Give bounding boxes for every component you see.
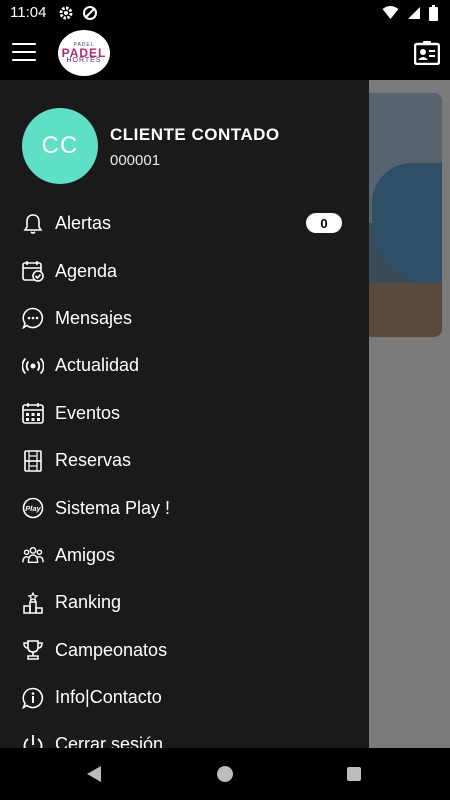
avatar-initials: CC	[41, 132, 79, 159]
recents-square-icon[interactable]	[347, 767, 361, 781]
svg-text:Play: Play	[25, 504, 41, 513]
settings-gear-icon	[58, 5, 74, 26]
menu-item-eventos[interactable]: Eventos	[0, 390, 369, 437]
chat-bubble-icon	[22, 307, 44, 330]
menu-item-ranking[interactable]: Ranking	[0, 579, 369, 626]
hamburger-menu-icon[interactable]	[12, 43, 36, 61]
menu-item-agenda[interactable]: Agenda	[0, 247, 369, 294]
podium-icon	[22, 591, 44, 614]
system-navigation-bar	[0, 748, 450, 800]
status-time: 11:04	[10, 4, 47, 21]
power-icon	[22, 734, 44, 748]
menu-item-label: Eventos	[55, 402, 121, 423]
home-circle-icon[interactable]	[217, 766, 233, 782]
user-id: 000001	[110, 152, 161, 169]
menu-item-info-contacto[interactable]: Info|Contacto	[0, 674, 369, 721]
menu-item-label: Actualidad	[55, 355, 140, 376]
menu-item-alertas[interactable]: Alertas 0	[0, 200, 369, 247]
menu-item-mensajes[interactable]: Mensajes	[0, 295, 369, 342]
calendar-check-icon	[22, 260, 44, 282]
wifi-icon	[382, 6, 399, 25]
menu-item-label: Amigos	[55, 544, 116, 565]
calendar-grid-icon	[22, 402, 44, 425]
menu-item-amigos[interactable]: Amigos	[0, 532, 369, 579]
broadcast-icon	[22, 355, 44, 377]
back-triangle-icon[interactable]	[86, 765, 102, 788]
alert-count-badge: 0	[306, 213, 342, 233]
drawer-menu: Alertas 0 Agenda Mensajes Actualidad Eve…	[0, 200, 369, 748]
menu-item-label: Alertas	[55, 213, 112, 234]
menu-item-campeonatos[interactable]: Campeonatos	[0, 627, 369, 674]
contact-card-icon[interactable]	[413, 41, 441, 66]
menu-item-label: Reservas	[55, 450, 132, 471]
menu-item-label: Mensajes	[55, 307, 133, 328]
signal-icon	[407, 6, 421, 25]
menu-item-label: Ranking	[55, 592, 122, 613]
menu-item-label: Agenda	[55, 260, 118, 281]
menu-item-actualidad[interactable]: Actualidad	[0, 342, 369, 389]
club-logo[interactable]: PADEL PADEL HORTES	[58, 30, 110, 76]
bell-icon	[22, 213, 44, 235]
play-badge-icon: Play	[22, 497, 44, 519]
court-icon	[22, 449, 44, 472]
user-name: CLIENTE CONTADO	[110, 125, 280, 144]
logo-text-main: PADEL	[61, 46, 107, 60]
avatar[interactable]: CC	[22, 108, 98, 184]
logo-text-sub: HORTES	[66, 57, 102, 64]
menu-item-label: Sistema Play !	[55, 497, 171, 518]
menu-item-reservas[interactable]: Reservas	[0, 437, 369, 484]
data-saver-icon	[82, 5, 98, 26]
friends-icon	[22, 544, 44, 566]
menu-item-label: Campeonatos	[55, 639, 168, 660]
menu-item-sistema-play[interactable]: Play Sistema Play !	[0, 484, 369, 531]
trophy-icon	[22, 639, 44, 661]
app-bar: PADEL PADEL HORTES	[0, 26, 450, 80]
status-bar: 11:04	[0, 0, 450, 26]
info-icon	[22, 687, 44, 709]
menu-item-label: Cerrar sesión	[55, 734, 164, 748]
battery-icon	[429, 5, 438, 26]
menu-item-cerrar-sesion[interactable]: Cerrar sesión	[0, 721, 369, 748]
menu-item-label: Info|Contacto	[55, 687, 162, 708]
navigation-drawer: CC CLIENTE CONTADO 000001 Alertas 0 Agen…	[0, 80, 369, 748]
